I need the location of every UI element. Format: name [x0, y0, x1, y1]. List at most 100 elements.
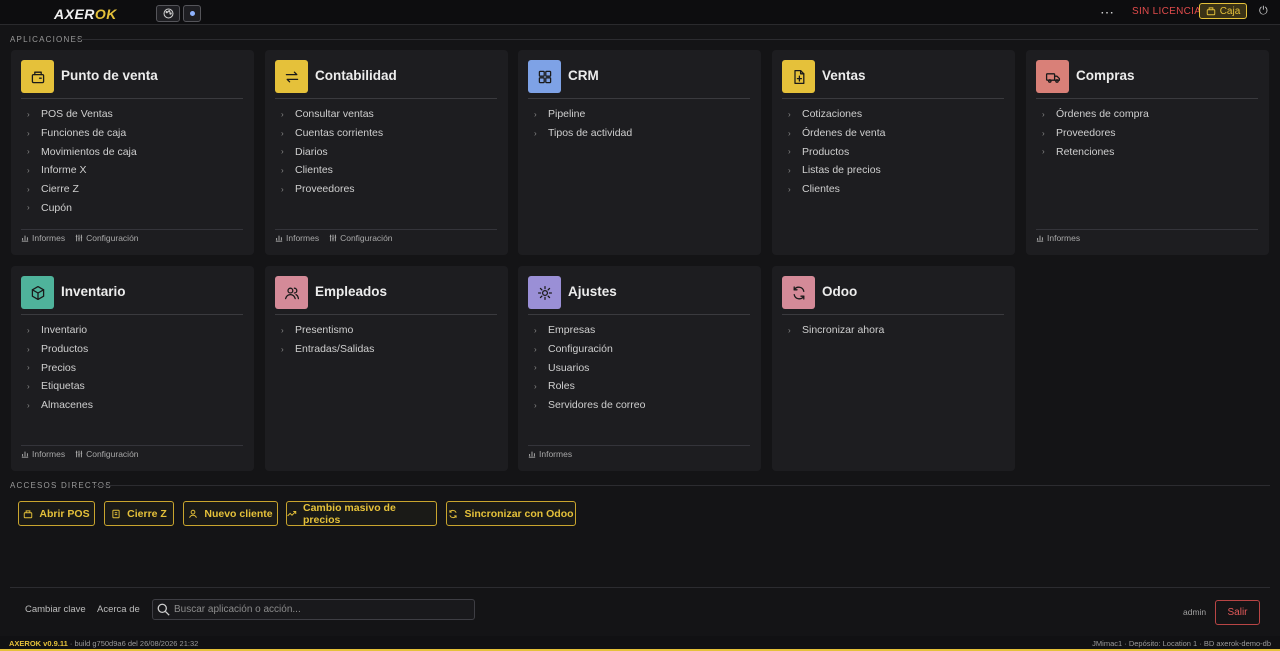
bar-chart-icon: [528, 451, 536, 458]
configuration-link[interactable]: Configuración: [75, 449, 139, 459]
reports-link[interactable]: Informes: [275, 233, 319, 243]
app-icon-tile[interactable]: [782, 60, 815, 93]
app-card-footer: Informes: [1036, 233, 1080, 243]
app-menu-item-movimientos-de-caja[interactable]: › Movimientos de caja: [21, 142, 243, 161]
menu-item-label: Diarios: [295, 145, 328, 158]
logout-button[interactable]: Salir: [1215, 600, 1260, 625]
app-menu-item-productos[interactable]: › Productos: [782, 142, 1004, 161]
app-menu-item-retenciones[interactable]: › Retenciones: [1036, 142, 1258, 161]
configuration-link[interactable]: Configuración: [329, 233, 393, 243]
shortcut-new-client-button[interactable]: Nuevo cliente: [183, 501, 278, 526]
app-card-title[interactable]: Compras: [1076, 68, 1135, 83]
logo-text-left: AXER: [54, 6, 95, 22]
app-menu-item-empresas[interactable]: › Empresas: [528, 321, 750, 340]
app-menu-item-funciones-de-caja[interactable]: › Funciones de caja: [21, 124, 243, 143]
app-icon-tile[interactable]: [528, 60, 561, 93]
footer-link-label: Informes: [286, 233, 320, 243]
app-menu-item-sincronizar-ahora[interactable]: › Sincronizar ahora: [782, 321, 1004, 340]
shortcut-bulk-price-change-button[interactable]: Cambio masivo de precios: [286, 501, 437, 526]
app-card-title[interactable]: CRM: [568, 68, 599, 83]
app-menu-item-listas-de-precios[interactable]: › Listas de precios: [782, 161, 1004, 180]
about-link[interactable]: Acerca de: [97, 604, 140, 615]
app-menu-item-productos[interactable]: › Productos: [21, 340, 243, 359]
app-icon-tile[interactable]: [21, 60, 54, 93]
reports-link[interactable]: Informes: [1036, 233, 1080, 243]
app-menu-item-ordenes-de-compra[interactable]: › Órdenes de compra: [1036, 105, 1258, 124]
reports-link[interactable]: Informes: [21, 233, 65, 243]
chevron-right-icon: ›: [27, 325, 30, 335]
app-card-title[interactable]: Odoo: [822, 284, 857, 299]
app-menu-item-inventario[interactable]: › Inventario: [21, 321, 243, 340]
app-menu-item-etiquetas[interactable]: › Etiquetas: [21, 377, 243, 396]
app-menu-item-proveedores[interactable]: › Proveedores: [275, 180, 497, 199]
menu-item-label: Productos: [41, 343, 89, 356]
search-icon: [157, 603, 170, 616]
reports-link[interactable]: Informes: [21, 449, 65, 459]
chevron-right-icon: ›: [788, 147, 791, 157]
app-menu-item-pipeline[interactable]: › Pipeline: [528, 105, 750, 124]
menu-item-label: Cuentas corrientes: [295, 127, 384, 140]
app-menu-item-precios[interactable]: › Precios: [21, 358, 243, 377]
app-icon-tile[interactable]: [528, 276, 561, 309]
app-card-divider: [275, 314, 497, 315]
shortcut-open-pos-button[interactable]: Abrir POS: [18, 501, 95, 526]
app-menu-item-presentismo[interactable]: › Presentismo: [275, 321, 497, 340]
app-menu-item-cuentas-corrientes[interactable]: › Cuentas corrientes: [275, 124, 497, 143]
app-menu-list: › Presentismo › Entradas/Salidas: [275, 321, 497, 358]
app-card-title[interactable]: Contabilidad: [315, 68, 397, 83]
chevron-right-icon: ›: [27, 203, 30, 213]
app-menu-item-diarios[interactable]: › Diarios: [275, 142, 497, 161]
app-menu-item-proveedores[interactable]: › Proveedores: [1036, 124, 1258, 143]
app-menu-item-servidores-de-correo[interactable]: › Servidores de correo: [528, 396, 750, 415]
app-card-title[interactable]: Punto de venta: [61, 68, 158, 83]
status-dot-button[interactable]: [183, 5, 201, 22]
app-menu-item-clientes[interactable]: › Clientes: [782, 180, 1004, 199]
app-card-footer: Informes Configuración: [21, 449, 139, 459]
shortcut-close-z-button[interactable]: Cierre Z: [104, 501, 174, 526]
more-menu-icon[interactable]: ⋯: [1100, 4, 1115, 21]
configuration-link[interactable]: Configuración: [75, 233, 139, 243]
app-icon-tile[interactable]: [21, 276, 54, 309]
app-icon-tile[interactable]: [782, 276, 815, 309]
shortcut-sync-odoo-button[interactable]: Sincronizar con Odoo: [446, 501, 576, 526]
menu-item-label: Etiquetas: [41, 380, 85, 393]
app-icon-tile[interactable]: [1036, 60, 1069, 93]
app-menu-item-informe-x[interactable]: › Informe X: [21, 161, 243, 180]
app-menu-item-pos-de-ventas[interactable]: › POS de Ventas: [21, 105, 243, 124]
app-menu-item-clientes[interactable]: › Clientes: [275, 161, 497, 180]
search-input[interactable]: [174, 604, 464, 615]
app-menu-list: › Órdenes de compra › Proveedores › Retencion…: [1036, 105, 1258, 161]
power-icon[interactable]: ⏻: [1259, 5, 1268, 18]
app-card-title[interactable]: Inventario: [61, 284, 126, 299]
footer-link-label: Configuración: [86, 233, 139, 243]
shortcut-label: Abrir POS: [39, 507, 90, 520]
status-location-info: JMimac1 · Depósito: Location 1 · BD axer…: [1092, 639, 1271, 648]
theme-palette-button[interactable]: [156, 5, 180, 22]
app-menu-item-cupon[interactable]: › Cupón: [21, 198, 243, 217]
app-menu-item-almacenes[interactable]: › Almacenes: [21, 396, 243, 415]
app-card-divider: [528, 314, 750, 315]
app-menu-item-cierre-z[interactable]: › Cierre Z: [21, 180, 243, 199]
chevron-right-icon: ›: [534, 400, 537, 410]
app-card-title[interactable]: Ajustes: [568, 284, 617, 299]
change-password-link[interactable]: Cambiar clave: [25, 604, 86, 615]
menu-item-label: Productos: [802, 145, 850, 158]
app-menu-item-entradas-salidas[interactable]: › Entradas/Salidas: [275, 340, 497, 359]
app-card-title[interactable]: Empleados: [315, 284, 387, 299]
app-menu-item-cotizaciones[interactable]: › Cotizaciones: [782, 105, 1004, 124]
chevron-right-icon: ›: [27, 147, 30, 157]
chevron-right-icon: ›: [788, 184, 791, 194]
app-menu-item-configuracion[interactable]: › Configuración: [528, 340, 750, 359]
app-menu-item-tipos-de-actividad[interactable]: › Tipos de actividad: [528, 124, 750, 143]
app-menu-item-ordenes-de-venta[interactable]: › Órdenes de venta: [782, 124, 1004, 143]
app-menu-item-usuarios[interactable]: › Usuarios: [528, 358, 750, 377]
app-menu-item-consultar-ventas[interactable]: › Consultar ventas: [275, 105, 497, 124]
app-card-title[interactable]: Ventas: [822, 68, 866, 83]
caja-button[interactable]: Caja: [1199, 3, 1247, 19]
app-card-contabilidad: Contabilidad › Consultar ventas › Cuentas co…: [265, 50, 508, 255]
app-icon-tile[interactable]: [275, 276, 308, 309]
app-logo[interactable]: AXEROK: [54, 6, 117, 22]
app-menu-item-roles[interactable]: › Roles: [528, 377, 750, 396]
reports-link[interactable]: Informes: [528, 449, 572, 459]
app-icon-tile[interactable]: [275, 60, 308, 93]
